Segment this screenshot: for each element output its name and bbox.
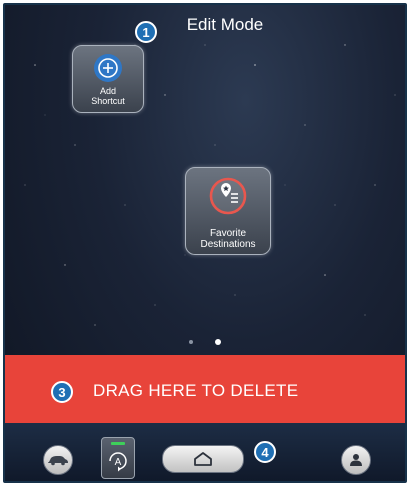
add-shortcut-tile[interactable]: Add Shortcut xyxy=(72,45,144,113)
auto-indicator xyxy=(111,442,125,445)
tile-label-line: Add xyxy=(99,86,116,96)
page-title-text: Edit Mode xyxy=(186,15,264,34)
screen-frame: 1 Edit Mode Add Shortcut Favorite Destin… xyxy=(3,3,407,483)
page-title: Edit Mode xyxy=(45,15,405,35)
auto-mode-button[interactable]: A xyxy=(101,437,135,479)
tile-label-line: Favorite xyxy=(209,228,247,239)
callout-number: 4 xyxy=(261,444,269,460)
callout-badge-4: 4 xyxy=(254,441,276,463)
plus-circle-icon xyxy=(94,54,122,82)
drag-delete-zone[interactable]: 3 DRAG HERE TO DELETE xyxy=(5,355,405,423)
tile-label-line: Shortcut xyxy=(91,96,125,106)
vehicle-button[interactable] xyxy=(43,445,73,475)
delete-zone-label: DRAG HERE TO DELETE xyxy=(93,381,299,400)
tile-label-line: Destinations xyxy=(200,239,256,250)
page-indicator xyxy=(5,333,405,351)
home-button[interactable] xyxy=(162,445,244,473)
favorite-destinations-tile[interactable]: Favorite Destinations xyxy=(185,167,271,255)
page-dot[interactable] xyxy=(188,339,193,344)
profile-button[interactable] xyxy=(341,445,371,475)
home-icon xyxy=(194,452,212,466)
profile-icon xyxy=(350,454,362,466)
svg-text:A: A xyxy=(115,457,122,468)
callout-number: 3 xyxy=(58,384,66,400)
callout-badge-3: 3 xyxy=(51,381,73,403)
page-dot-active[interactable] xyxy=(215,338,222,345)
auto-icon: A xyxy=(109,452,127,472)
tile-label: Favorite Destinations xyxy=(186,228,270,250)
favorite-destination-icon xyxy=(209,177,247,215)
car-icon xyxy=(48,456,68,466)
tile-label: Add Shortcut xyxy=(73,86,143,106)
